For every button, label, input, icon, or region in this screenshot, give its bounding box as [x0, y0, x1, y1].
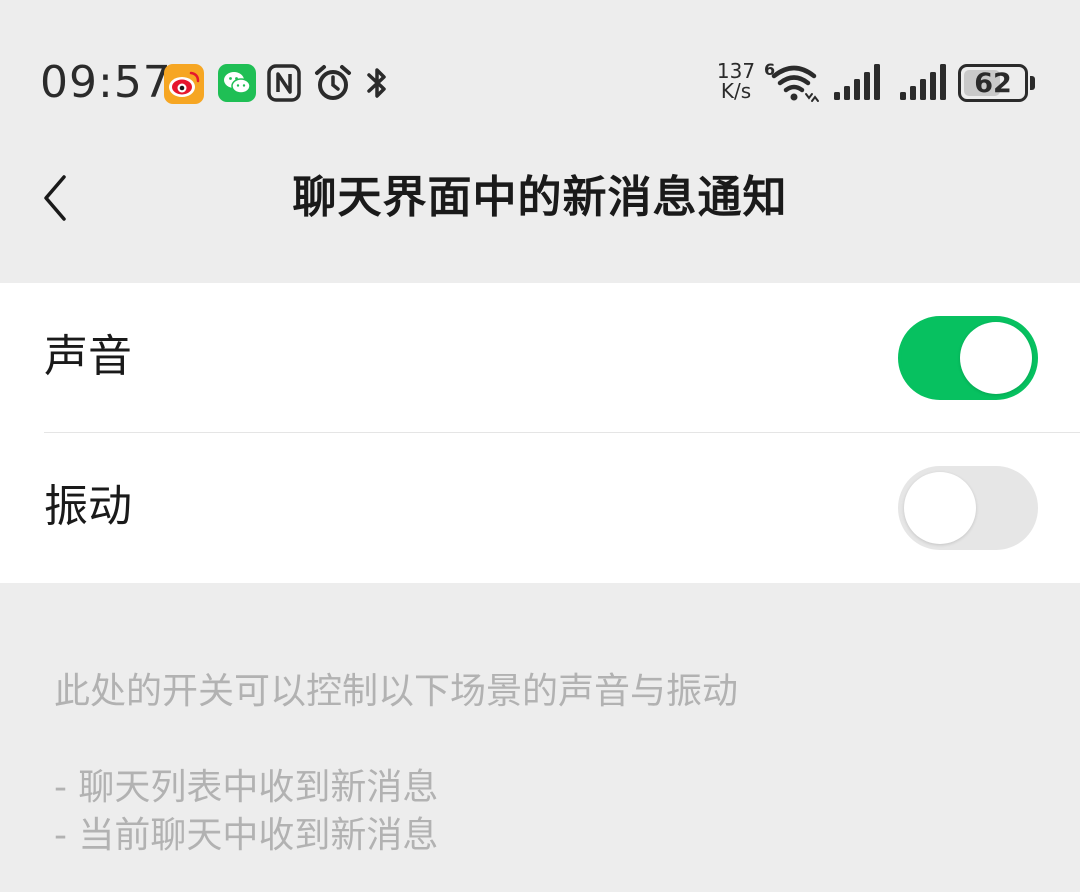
- description-intro: 此处的开关可以控制以下场景的声音与振动: [54, 671, 739, 712]
- status-bar: 09:57 137 K/s 6 62: [0, 0, 1080, 130]
- navigation-bar: 聊天界面中的新消息通知: [0, 140, 1080, 260]
- settings-card: 声音 振动: [0, 283, 1080, 583]
- toggle-knob: [960, 322, 1032, 394]
- description-list: - 聊天列表中收到新消息 - 当前聊天中收到新消息: [54, 764, 438, 860]
- weibo-icon: [164, 64, 204, 104]
- signal-icon: [832, 62, 882, 102]
- battery-body: 62: [958, 64, 1028, 102]
- wifi-badge: 6: [764, 60, 776, 79]
- wifi-icon: 6: [764, 60, 820, 104]
- network-speed: 137 K/s: [713, 61, 759, 101]
- network-speed-value: 137: [716, 59, 756, 83]
- toggle-knob: [904, 472, 976, 544]
- battery-level: 62: [974, 67, 1012, 99]
- setting-label-sound: 声音: [44, 331, 132, 382]
- alarm-icon: [312, 62, 354, 104]
- bluetooth-icon: [362, 62, 392, 104]
- battery-icon: 62: [958, 64, 1038, 102]
- nfc-icon: [266, 62, 302, 104]
- vibration-toggle[interactable]: [898, 466, 1038, 550]
- wechat-icon: [218, 64, 256, 102]
- page-title: 聊天界面中的新消息通知: [292, 172, 788, 223]
- setting-label-vibration: 振动: [44, 481, 132, 532]
- status-clock: 09:57: [40, 57, 172, 108]
- description-line: - 当前聊天中收到新消息: [54, 815, 439, 856]
- signal-icon: [898, 62, 948, 102]
- sound-toggle[interactable]: [898, 316, 1038, 400]
- setting-row-vibration: 振动: [0, 433, 1080, 583]
- page: 09:57 137 K/s 6 62 聊天界面中的新消息通知 声音 振动 此处的…: [0, 0, 1080, 892]
- battery-nub: [1030, 76, 1035, 90]
- setting-row-sound: 声音: [0, 283, 1080, 433]
- network-speed-unit: K/s: [720, 79, 752, 103]
- description-line: - 聊天列表中收到新消息: [54, 767, 439, 808]
